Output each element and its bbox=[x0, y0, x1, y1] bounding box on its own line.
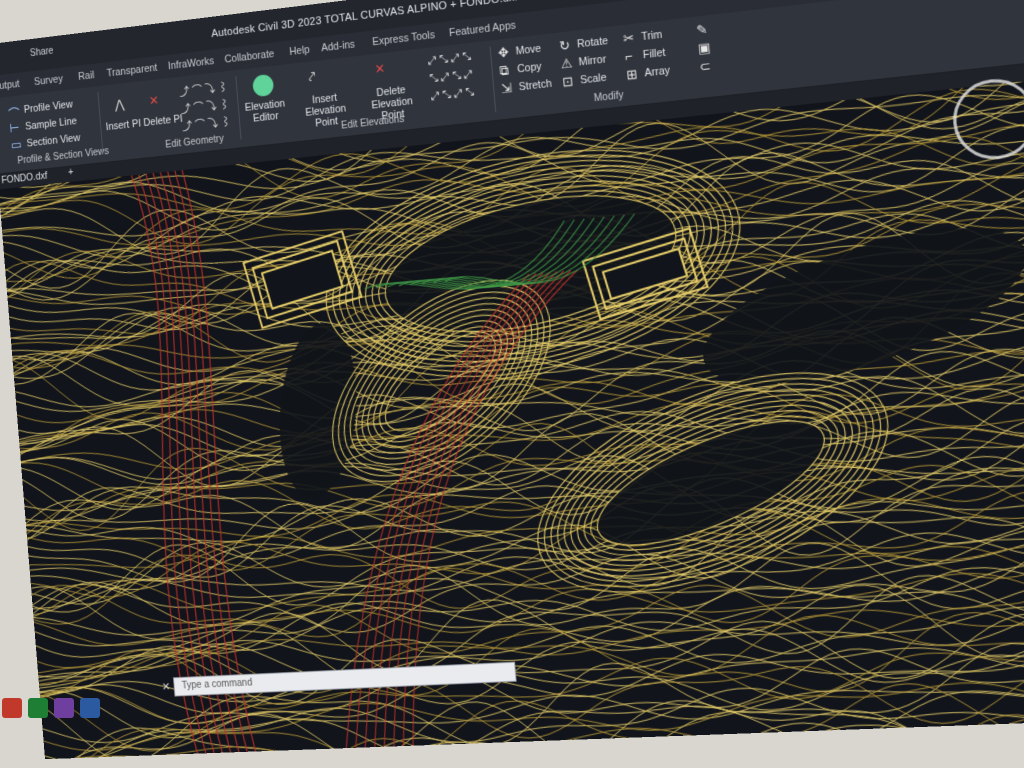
mirror-icon: ⚠ bbox=[560, 55, 574, 72]
elevation-tools-icon[interactable]: ⤡ ⤢ ⤡ ⤢ bbox=[429, 69, 473, 87]
move-button[interactable]: Move bbox=[515, 43, 541, 58]
contour-drawing bbox=[0, 75, 1024, 759]
trim-icon: ✂ bbox=[622, 29, 635, 47]
mirror-button[interactable]: Mirror bbox=[578, 53, 606, 68]
delete-pi-icon: ✕ bbox=[148, 92, 160, 109]
app-icon[interactable] bbox=[2, 698, 22, 718]
offset-icon[interactable]: ⊂ bbox=[699, 58, 712, 75]
copy-button[interactable]: Copy bbox=[517, 61, 542, 76]
section-view-icon: ▭ bbox=[10, 136, 23, 153]
elevation-tools-icon[interactable]: ⤢ ⤡ ⤢ ⤡ bbox=[428, 51, 472, 69]
ribbon-separator bbox=[235, 75, 242, 140]
ribbon-separator bbox=[97, 91, 104, 155]
contour-line bbox=[23, 416, 1024, 531]
sample-line-button[interactable]: Sample Line bbox=[25, 115, 77, 132]
profile-view-button[interactable]: Profile View bbox=[23, 99, 73, 116]
ribbon-separator bbox=[489, 46, 497, 113]
elevation-tools-icon[interactable]: ⤢ ⤡ ⤢ ⤡ bbox=[431, 86, 475, 104]
tab-rail[interactable]: Rail bbox=[78, 70, 95, 83]
tab-help[interactable]: Help bbox=[289, 44, 310, 58]
tab-output[interactable]: Output bbox=[0, 78, 20, 92]
contour-line bbox=[31, 523, 1024, 613]
rotate-button[interactable]: Rotate bbox=[577, 35, 609, 51]
photo-scene: Share Autodesk Civil 3D 2023 TOTAL CURVA… bbox=[0, 0, 1024, 768]
insert-elevation-point-icon: ⤤ bbox=[307, 68, 317, 85]
new-tab-icon[interactable]: + bbox=[68, 167, 74, 178]
sample-line-icon: ⊢ bbox=[8, 120, 21, 136]
insert-pi-icon: ⋀ bbox=[114, 96, 125, 112]
array-icon: ⊞ bbox=[625, 66, 639, 83]
terrain-basin bbox=[273, 319, 364, 503]
pen-icon[interactable]: ✎ bbox=[696, 21, 709, 39]
app-icon[interactable] bbox=[54, 698, 74, 718]
tab-add-ins[interactable]: Add-ins bbox=[321, 39, 356, 55]
contour-line bbox=[44, 708, 1024, 759]
structure-outline bbox=[262, 251, 343, 309]
contour-line bbox=[31, 524, 1024, 654]
elevation-editor-icon bbox=[252, 73, 275, 98]
box-icon[interactable]: ▣ bbox=[697, 40, 711, 58]
app-icon[interactable] bbox=[80, 698, 100, 718]
elevation-editor-button[interactable]: Elevation Editor bbox=[241, 97, 289, 125]
tab-featured-apps[interactable]: Featured Apps bbox=[449, 20, 517, 40]
array-button[interactable]: Array bbox=[644, 65, 671, 80]
section-view-button[interactable]: Section View bbox=[26, 132, 80, 149]
tab-transparent[interactable]: Transparent bbox=[106, 62, 158, 79]
geometry-tools-icon[interactable]: ⤴ ⌒ ⤵ ⌇ bbox=[182, 114, 232, 135]
app-icon[interactable] bbox=[28, 698, 48, 718]
modify-panel-label[interactable]: Modify bbox=[593, 90, 624, 104]
scale-icon: ⊡ bbox=[561, 73, 574, 90]
drawing-canvas[interactable] bbox=[0, 75, 1024, 760]
rotate-icon: ↻ bbox=[558, 37, 571, 54]
copy-icon: ⧉ bbox=[498, 62, 510, 79]
share-button[interactable]: Share bbox=[30, 46, 54, 59]
tab-survey[interactable]: Survey bbox=[34, 73, 64, 88]
command-placeholder: Type a command bbox=[181, 677, 253, 692]
fillet-button[interactable]: Fillet bbox=[642, 47, 666, 62]
quick-access-toolbar[interactable]: Share bbox=[30, 42, 84, 62]
taskbar bbox=[0, 690, 150, 730]
fillet-icon: ⌐ bbox=[624, 48, 634, 65]
scale-button[interactable]: Scale bbox=[580, 72, 607, 87]
contour-line bbox=[36, 597, 1024, 679]
delete-elevation-point-icon: ✕ bbox=[374, 60, 386, 77]
close-icon[interactable]: ✕ bbox=[161, 680, 171, 693]
monitor-screen: Share Autodesk Civil 3D 2023 TOTAL CURVA… bbox=[0, 0, 1024, 760]
tab-infraworks[interactable]: InfraWorks bbox=[168, 55, 215, 72]
stretch-icon: ⇲ bbox=[500, 80, 513, 97]
stretch-button[interactable]: Stretch bbox=[518, 78, 552, 94]
edit-geometry-panel-label: Edit Geometry bbox=[164, 133, 225, 151]
tab-express-tools[interactable]: Express Tools bbox=[372, 29, 435, 48]
move-icon: ✥ bbox=[497, 44, 510, 61]
tab-collaborate[interactable]: Collaborate bbox=[224, 48, 275, 65]
insert-pi-button[interactable]: Insert PI bbox=[105, 118, 141, 133]
delete-pi-button[interactable]: Delete PI bbox=[143, 113, 183, 129]
trim-button[interactable]: Trim bbox=[641, 29, 663, 44]
